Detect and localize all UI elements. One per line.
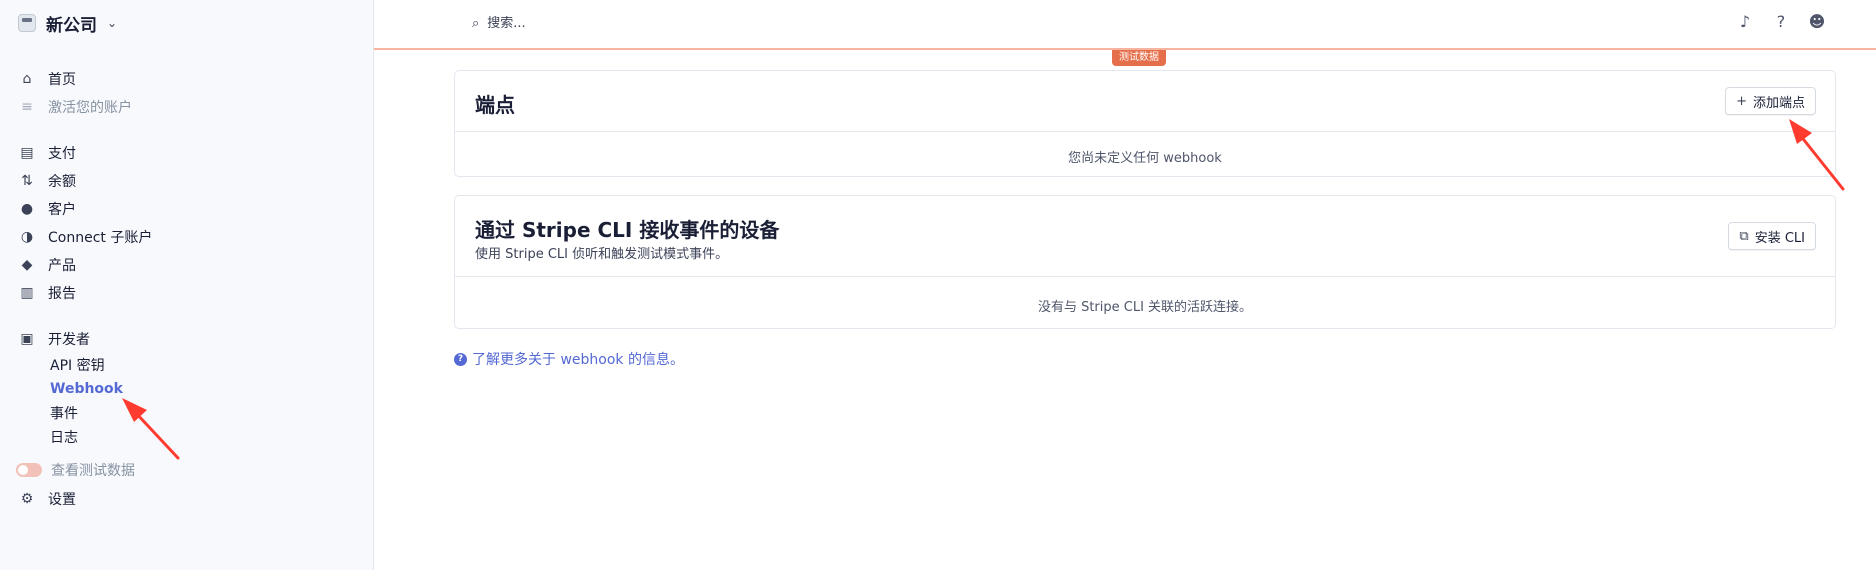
- learn-more-label: 了解更多关于 webhook 的信息。: [472, 352, 684, 368]
- sidebar-item-payments[interactable]: ▤ 支付: [18, 142, 76, 164]
- search-icon: ⌕: [472, 15, 480, 31]
- sidebar-item-label: 产品: [48, 258, 76, 274]
- user-icon[interactable]: ☻: [1808, 12, 1826, 31]
- company-switcher[interactable]: 新公司 ⌄: [18, 10, 117, 36]
- header-icons: ♪ ? ☻: [1736, 12, 1826, 31]
- add-endpoint-button[interactable]: + 添加端点: [1725, 87, 1816, 115]
- sidebar-item-label: 余额: [48, 174, 76, 190]
- external-link-icon: ⧉: [1739, 228, 1749, 244]
- cli-subtitle: 使用 Stripe CLI 侦听和触发测试模式事件。: [475, 247, 729, 262]
- customer-icon: ●: [20, 201, 34, 217]
- balance-icon: ⇅: [21, 173, 33, 189]
- sidebar-item-developers[interactable]: ▣ 开发者: [18, 328, 90, 350]
- test-mode-badge: 测试数据: [1112, 50, 1166, 66]
- sidebar-item-label: 开发者: [48, 332, 90, 348]
- sidebar-subitem-webhook[interactable]: Webhook: [50, 379, 123, 399]
- question-circle-icon: ?: [454, 352, 467, 366]
- company-logo-icon: [18, 14, 36, 32]
- sidebar-subitem-logs[interactable]: 日志: [50, 427, 78, 447]
- cli-card-header: 通过 Stripe CLI 接收事件的设备 使用 Stripe CLI 侦听和触…: [455, 196, 1835, 277]
- sidebar-subitem-api-keys[interactable]: API 密钥: [50, 355, 105, 375]
- sidebar-item-reports[interactable]: ▥ 报告: [18, 282, 76, 304]
- sidebar: 新公司 ⌄ ⌂ 首页 ≡ 激活您的账户 ▤ 支付 ⇅ 余额 ● 客户 ◑ Con…: [0, 0, 374, 570]
- cli-devices-card: 通过 Stripe CLI 接收事件的设备 使用 Stripe CLI 侦听和触…: [454, 195, 1836, 329]
- endpoints-card: 端点 + 添加端点 您尚未定义任何 webhook: [454, 70, 1836, 177]
- sidebar-item-home[interactable]: ⌂ 首页: [18, 68, 76, 90]
- sidebar-item-label: Connect 子账户: [48, 230, 153, 246]
- sidebar-item-label: 激活您的账户: [48, 100, 132, 116]
- sidebar-subitem-events[interactable]: 事件: [50, 403, 78, 423]
- sidebar-item-label: 设置: [48, 492, 76, 508]
- product-icon: ◆: [21, 257, 33, 273]
- bell-icon[interactable]: ♪: [1736, 12, 1754, 31]
- connect-icon: ◑: [20, 229, 34, 245]
- home-icon: ⌂: [22, 71, 32, 87]
- sidebar-item-label: 支付: [48, 146, 76, 162]
- gear-icon: ⚙: [20, 491, 34, 507]
- sidebar-item-balance[interactable]: ⇅ 余额: [18, 170, 76, 192]
- add-endpoint-label: 添加端点: [1752, 95, 1805, 111]
- cli-empty-state: 没有与 Stripe CLI 关联的活跃连接。: [1037, 300, 1253, 315]
- endpoints-card-header: 端点 + 添加端点: [455, 71, 1835, 132]
- activate-icon: ≡: [21, 99, 33, 115]
- chevron-down-icon: ⌄: [107, 16, 118, 30]
- sidebar-item-connect[interactable]: ◑ Connect 子账户: [18, 226, 152, 248]
- learn-more-link[interactable]: ? 了解更多关于 webhook 的信息。: [454, 349, 684, 369]
- company-name: 新公司: [46, 15, 97, 36]
- plus-icon: +: [1736, 93, 1747, 109]
- cli-title: 通过 Stripe CLI 接收事件的设备: [475, 218, 780, 242]
- sidebar-item-products[interactable]: ◆ 产品: [18, 254, 76, 276]
- sidebar-item-settings[interactable]: ⚙ 设置: [18, 488, 76, 510]
- install-cli-button[interactable]: ⧉ 安装 CLI: [1728, 222, 1816, 250]
- payments-icon: ▤: [20, 145, 34, 161]
- search-input[interactable]: [487, 15, 888, 31]
- endpoints-title: 端点: [475, 93, 515, 117]
- terminal-icon: ▣: [20, 331, 34, 347]
- install-cli-label: 安装 CLI: [1754, 230, 1805, 246]
- sidebar-item-activate[interactable]: ≡ 激活您的账户: [18, 96, 132, 118]
- sidebar-item-label: 报告: [48, 286, 76, 302]
- sidebar-item-customers[interactable]: ● 客户: [18, 198, 76, 220]
- search-bar[interactable]: ⌕: [472, 12, 888, 34]
- report-icon: ▥: [20, 285, 34, 301]
- top-header: ⌕ ♪ ? ☻: [374, 0, 1876, 50]
- test-data-toggle-label: 查看测试数据: [51, 463, 135, 479]
- sidebar-item-label: 客户: [48, 202, 76, 218]
- test-data-toggle-row[interactable]: 查看测试数据: [16, 459, 135, 481]
- sidebar-item-label: 首页: [48, 72, 76, 88]
- test-data-toggle[interactable]: [16, 463, 42, 477]
- endpoints-empty-state: 您尚未定义任何 webhook: [1068, 151, 1222, 166]
- help-icon[interactable]: ?: [1772, 12, 1790, 31]
